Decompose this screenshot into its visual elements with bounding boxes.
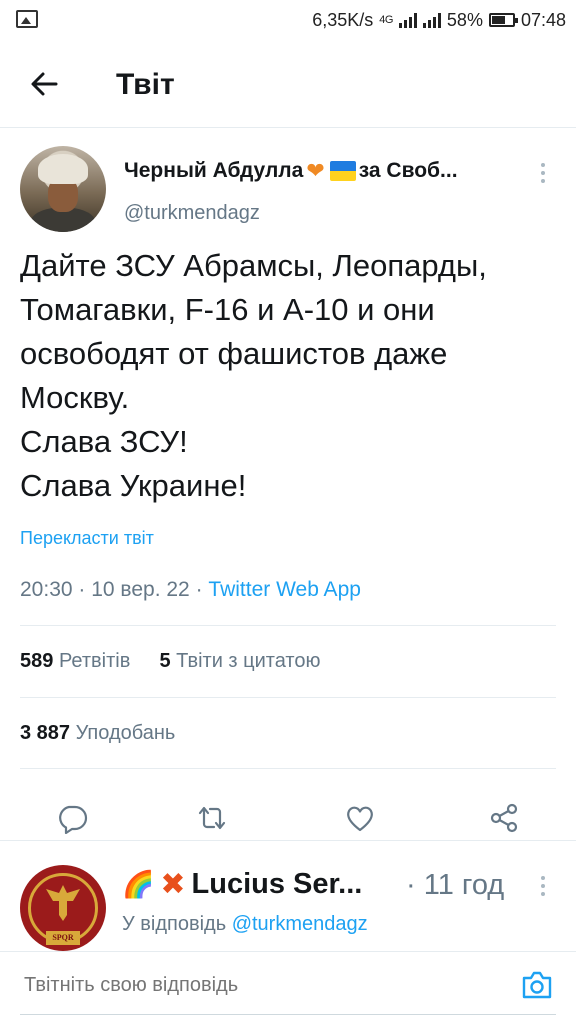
likes-stats[interactable]: 3 887 Уподобань [20,722,175,745]
tweet-meta: 20:30 · 10 вер. 22 · Twitter Web App [20,578,361,601]
battery-icon [488,13,518,27]
avatar[interactable] [20,146,106,232]
camera-icon[interactable] [520,968,554,1002]
rainbow-icon: 🌈 [122,869,155,899]
quotes-label: Твіти з цитатою [176,650,321,672]
back-arrow-icon[interactable] [26,66,62,102]
reply-author-name[interactable]: 🌈 ✖ Lucius Ser... [122,867,362,902]
reply-time: · 11 год [406,869,505,901]
ukraine-flag-icon [328,160,356,182]
likes-label: Уподобань [75,722,176,744]
translate-tweet-link[interactable]: Перекласти твіт [20,528,154,549]
compose-underline [20,1014,556,1015]
divider [20,697,556,698]
status-bar: 6,35K/s 4G 58% 07:48 [0,0,576,40]
gallery-notification-icon [16,10,38,28]
author-name-suffix: за Своб... [358,159,458,182]
reply-compose-bar [0,951,576,1024]
author-name-text: Черный Абдулла [124,159,304,182]
more-options-icon[interactable] [536,160,550,186]
reply-icon[interactable] [56,802,88,835]
reply-input[interactable] [24,974,444,997]
reply-more-options-icon[interactable] [536,873,550,899]
reply-avatar[interactable]: SPQR [20,865,106,951]
reply-to-prefix: У відповідь [122,913,227,935]
signal-2-icon [422,12,441,28]
reply-author-name-text: Lucius Ser... [191,868,363,900]
tweet-text: Дайте ЗСУ Абрамсы, Леопарды, Томагавки, … [20,248,487,503]
author-handle[interactable]: @turkmendagz [124,202,260,225]
divider [20,768,556,769]
tweet-time: 20:30 [20,578,73,601]
network-type: 4G [379,14,393,26]
network-speed: 6,35K/s [312,9,374,30]
app-header: Твіт [0,40,576,128]
spqr-label: SPQR [46,931,80,945]
retweet-icon[interactable] [196,802,228,834]
retweets-count: 589 [20,650,54,672]
retweets-label: Ретвітів [58,650,131,672]
tweet-date: 10 вер. 22 [91,578,190,601]
red-cross-icon: ✖ [160,868,186,901]
likes-count: 3 887 [20,722,71,744]
quotes-count: 5 [159,650,171,672]
signal-icon [398,12,417,28]
author-name[interactable]: Черный Абдулла ❤ за Своб... [124,158,458,184]
eagle-icon [42,881,84,927]
status-bar-right: 6,35K/s 4G 58% 07:48 [312,8,566,32]
reply-mention-link[interactable]: @turkmendagz [232,913,368,935]
tweet-source-link[interactable]: Twitter Web App [208,578,361,601]
orange-heart-icon: ❤ [306,158,325,183]
retweet-stats[interactable]: 589 Ретвітів 5 Твіти з цитатою [20,650,320,673]
clock: 07:48 [520,9,566,30]
battery-percent: 58% [446,9,483,30]
page-title: Твіт [116,68,175,101]
share-icon[interactable] [488,802,520,834]
tweet-actions [0,788,576,848]
reply-to-line: У відповідь @turkmendagz [122,913,368,936]
divider [20,625,556,626]
like-heart-icon[interactable] [344,802,376,834]
reply-tweet[interactable]: SPQR 🌈 ✖ Lucius Ser... · 11 год У відпов… [0,841,576,951]
